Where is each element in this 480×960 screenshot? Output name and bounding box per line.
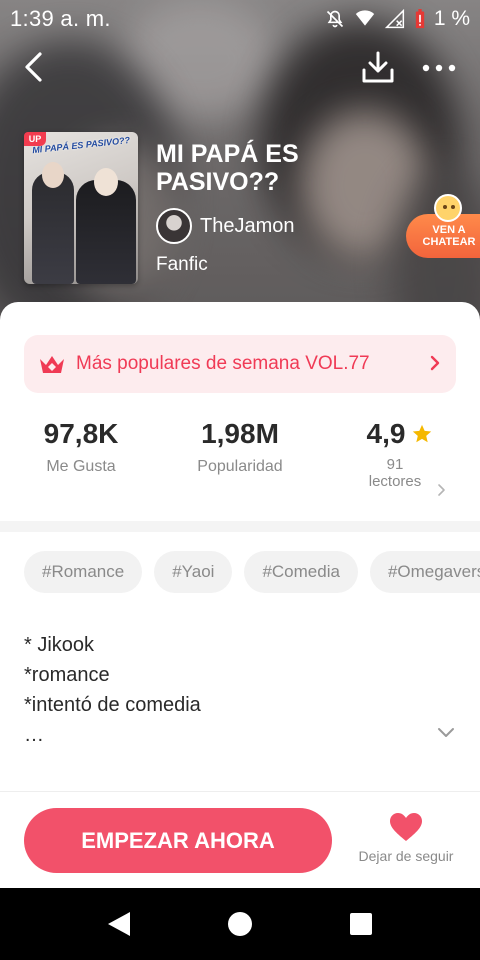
rating-value: 4,9 <box>366 418 406 449</box>
up-badge: UP <box>24 132 46 146</box>
book-cover[interactable]: MI PAPÁ ES PASIVO?? <box>24 132 138 284</box>
stat-likes: 97,8K Me Gusta <box>22 418 140 476</box>
nav-recents-icon[interactable] <box>348 910 374 938</box>
synopsis-line: * Jikook <box>24 634 95 656</box>
unfollow-label: Dejar de seguir <box>358 848 454 864</box>
stat-popularity: 1,98M Popularidad <box>180 418 300 476</box>
heart-icon <box>390 813 422 841</box>
popularity-label: Popularidad <box>197 458 283 475</box>
wifi-icon <box>355 10 374 26</box>
author-name[interactable]: TheJamon <box>200 215 295 238</box>
tag-list: #Romance #Yaoi #Comedia #Omegaverse <box>24 551 480 593</box>
synopsis-line: … <box>24 724 44 746</box>
cover-title: MI PAPÁ ES PASIVO?? <box>31 134 131 156</box>
status-time: 1:39 a. m. <box>10 6 111 31</box>
tag-chip[interactable]: #Romance <box>24 551 143 593</box>
ranking-text: Más populares de semana VOL.77 <box>76 353 370 374</box>
status-bar: 1:39 a. m. 1 % <box>0 0 480 38</box>
stat-rating[interactable]: 4,9 91 lectores <box>350 418 450 490</box>
book-category: Fanfic <box>156 254 208 275</box>
signal-icon <box>384 9 404 29</box>
mute-icon <box>326 10 343 28</box>
star-icon <box>413 424 432 443</box>
unfollow-button[interactable]: Dejar de seguir <box>350 812 462 866</box>
readers-count: 91 lectores <box>350 456 440 490</box>
tag-chip[interactable]: #Comedia <box>244 551 358 593</box>
tag-chip[interactable]: #Omegaverse <box>369 551 480 593</box>
tag-chip[interactable]: #Yaoi <box>154 551 233 593</box>
chevron-down-icon[interactable] <box>436 726 456 740</box>
bottom-divider <box>0 791 480 792</box>
likes-value: 97,8K <box>43 418 119 449</box>
synopsis-line: *intentó de comedia <box>24 694 201 716</box>
crown-icon <box>40 356 64 373</box>
synopsis-line: *romance <box>24 664 110 686</box>
author[interactable]: TheJamon <box>156 208 295 244</box>
more-icon[interactable] <box>420 54 458 82</box>
nav-back-icon[interactable] <box>106 910 132 938</box>
stats-row: 97,8K Me Gusta 1,98M Popularidad 4,9 91 … <box>0 418 480 518</box>
start-reading-button[interactable]: EMPEZAR AHORA <box>24 808 332 873</box>
android-nav-bar <box>0 888 480 960</box>
chat-badge-line2: CHATEAR <box>422 236 476 248</box>
chat-mascot-icon[interactable] <box>434 194 462 222</box>
synopsis: * Jikook *romance *intentó de comedia … <box>24 630 424 750</box>
author-avatar[interactable] <box>156 208 192 244</box>
readers-count-value: 91 <box>386 456 404 473</box>
likes-label: Me Gusta <box>46 458 116 475</box>
popularity-value: 1,98M <box>201 418 279 449</box>
battery-percent: 1 % <box>433 7 470 30</box>
download-icon[interactable] <box>360 50 396 86</box>
battery-alert-icon <box>415 9 424 29</box>
back-arrow-icon[interactable] <box>18 50 52 84</box>
book-title: MI PAPÁ ES PASIVO?? <box>156 140 299 196</box>
screen: 1:39 a. m. 1 % MI PAPÁ ES PASIVO?? UP MI… <box>0 0 480 888</box>
section-divider <box>0 521 480 532</box>
chevron-right-icon[interactable] <box>437 482 447 498</box>
chevron-right-icon <box>430 355 440 371</box>
ranking-banner[interactable]: Más populares de semana VOL.77 <box>24 335 456 393</box>
nav-home-icon[interactable] <box>227 910 253 938</box>
readers-count-label: lectores <box>368 473 422 490</box>
chat-badge-line1: VEN A <box>432 224 466 236</box>
